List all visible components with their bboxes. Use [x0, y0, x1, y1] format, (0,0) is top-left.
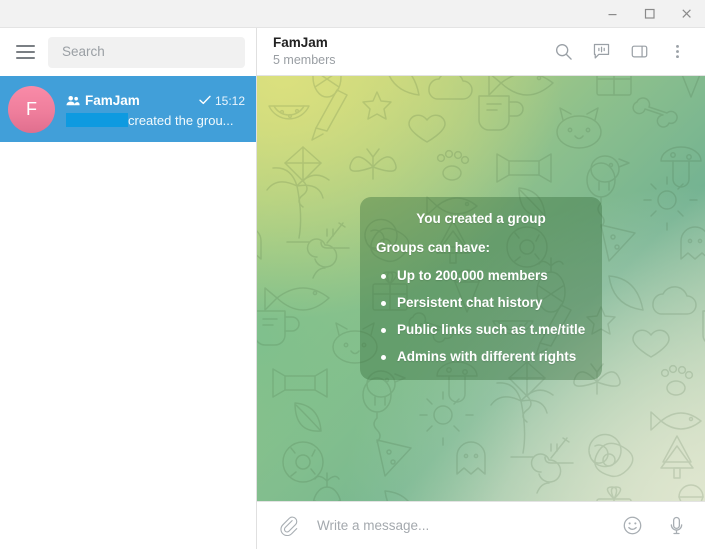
minimize-button[interactable]	[594, 0, 631, 27]
side-panel-icon[interactable]	[622, 35, 656, 69]
composer-actions	[617, 511, 691, 541]
chat-pane: FamJam 5 members You created a group Gro…	[257, 28, 705, 549]
sidebar: Search F FamJam 15:12 created the grou..…	[0, 28, 257, 549]
chat-time-group: 15:12	[199, 94, 245, 108]
window-title-bar	[0, 0, 705, 28]
telegram-window: Search F FamJam 15:12 created the grou..…	[0, 0, 705, 549]
list-item[interactable]: F FamJam 15:12 created the grou...	[0, 76, 256, 142]
microphone-icon[interactable]	[661, 511, 691, 541]
service-message-title: You created a group	[416, 211, 546, 226]
smiley-emoji-icon[interactable]	[617, 511, 647, 541]
bullet-dot-icon	[381, 301, 386, 306]
chat-header-actions	[546, 35, 694, 69]
message-composer: Write a message...	[257, 501, 705, 549]
bullet-text: Admins with different rights	[397, 349, 577, 364]
bullet-text: Persistent chat history	[397, 295, 543, 310]
service-message-bullet-list: Up to 200,000 members Persistent chat hi…	[376, 268, 586, 364]
voice-chat-bubble-icon[interactable]	[584, 35, 618, 69]
search-placeholder: Search	[62, 44, 105, 60]
kebab-menu-icon[interactable]	[660, 35, 694, 69]
bullet-dot-icon	[381, 274, 386, 279]
chat-list[interactable]: F FamJam 15:12 created the grou...	[0, 76, 256, 549]
chat-header-info[interactable]: FamJam 5 members	[273, 35, 546, 68]
hamburger-menu-icon[interactable]	[12, 39, 38, 65]
sidebar-toolbar: Search	[0, 28, 256, 76]
group-people-icon	[66, 95, 80, 106]
search-icon[interactable]	[546, 35, 580, 69]
main-body: Search F FamJam 15:12 created the grou..…	[0, 28, 705, 549]
message-area[interactable]: You created a group Groups can have: Up …	[257, 76, 705, 501]
chat-timestamp: 15:12	[214, 93, 245, 108]
chat-row-meta: FamJam 15:12 created the grou...	[66, 91, 245, 128]
close-button[interactable]	[668, 0, 705, 27]
sent-check-icon	[199, 94, 211, 108]
bullet-dot-icon	[381, 355, 386, 360]
service-message-bubble: You created a group Groups can have: Up …	[360, 197, 602, 380]
page-title: FamJam	[273, 35, 328, 50]
chat-row-top-line: FamJam 15:12	[66, 91, 245, 111]
redacted-sender-name	[66, 113, 128, 127]
avatar-letter: F	[26, 98, 37, 119]
chat-member-count: 5 members	[273, 53, 336, 67]
chat-preview-text: created the grou...	[128, 112, 234, 128]
list-item: Up to 200,000 members	[376, 268, 586, 283]
avatar: F	[8, 85, 55, 133]
message-input[interactable]: Write a message...	[303, 518, 617, 533]
list-item: Admins with different rights	[376, 349, 586, 364]
bullet-text: Up to 200,000 members	[397, 268, 548, 283]
bullet-dot-icon	[381, 328, 386, 333]
maximize-button[interactable]	[631, 0, 668, 27]
bullet-text: Public links such as t.me/title	[397, 322, 586, 337]
paperclip-icon[interactable]	[273, 511, 303, 541]
chat-preview-line: created the grou...	[66, 113, 245, 128]
service-message-wrapper: You created a group Groups can have: Up …	[257, 76, 705, 501]
message-input-placeholder: Write a message...	[317, 518, 430, 533]
service-message-intro: Groups can have:	[376, 240, 491, 255]
chat-name: FamJam	[85, 93, 140, 108]
chat-header: FamJam 5 members	[257, 28, 705, 76]
list-item: Public links such as t.me/title	[376, 322, 586, 337]
list-item: Persistent chat history	[376, 295, 586, 310]
search-input[interactable]: Search	[48, 36, 245, 68]
